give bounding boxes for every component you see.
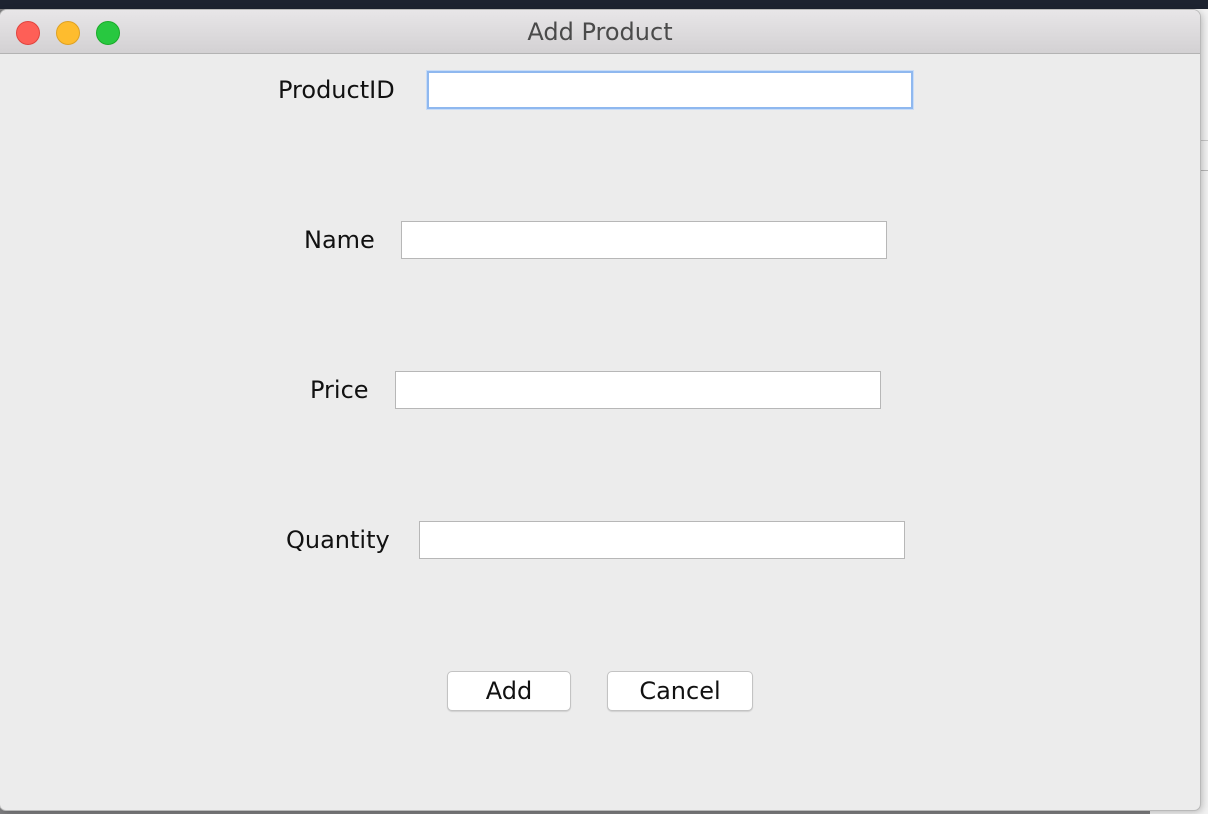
add-product-dialog: Add Product ProductID Name Price Quantit…	[0, 10, 1200, 810]
quantity-input[interactable]	[419, 521, 905, 559]
price-input[interactable]	[395, 371, 881, 409]
add-button[interactable]: Add	[447, 671, 571, 711]
name-label: Name	[304, 226, 375, 254]
product-id-label: ProductID	[278, 76, 395, 104]
title-bar: Add Product	[0, 10, 1200, 54]
name-input[interactable]	[401, 221, 887, 259]
cancel-button[interactable]: Cancel	[607, 671, 753, 711]
product-id-input[interactable]	[427, 71, 913, 109]
price-label: Price	[310, 376, 369, 404]
quantity-label: Quantity	[286, 526, 390, 554]
window-title: Add Product	[527, 18, 673, 46]
desktop-top-strip	[0, 0, 1208, 9]
